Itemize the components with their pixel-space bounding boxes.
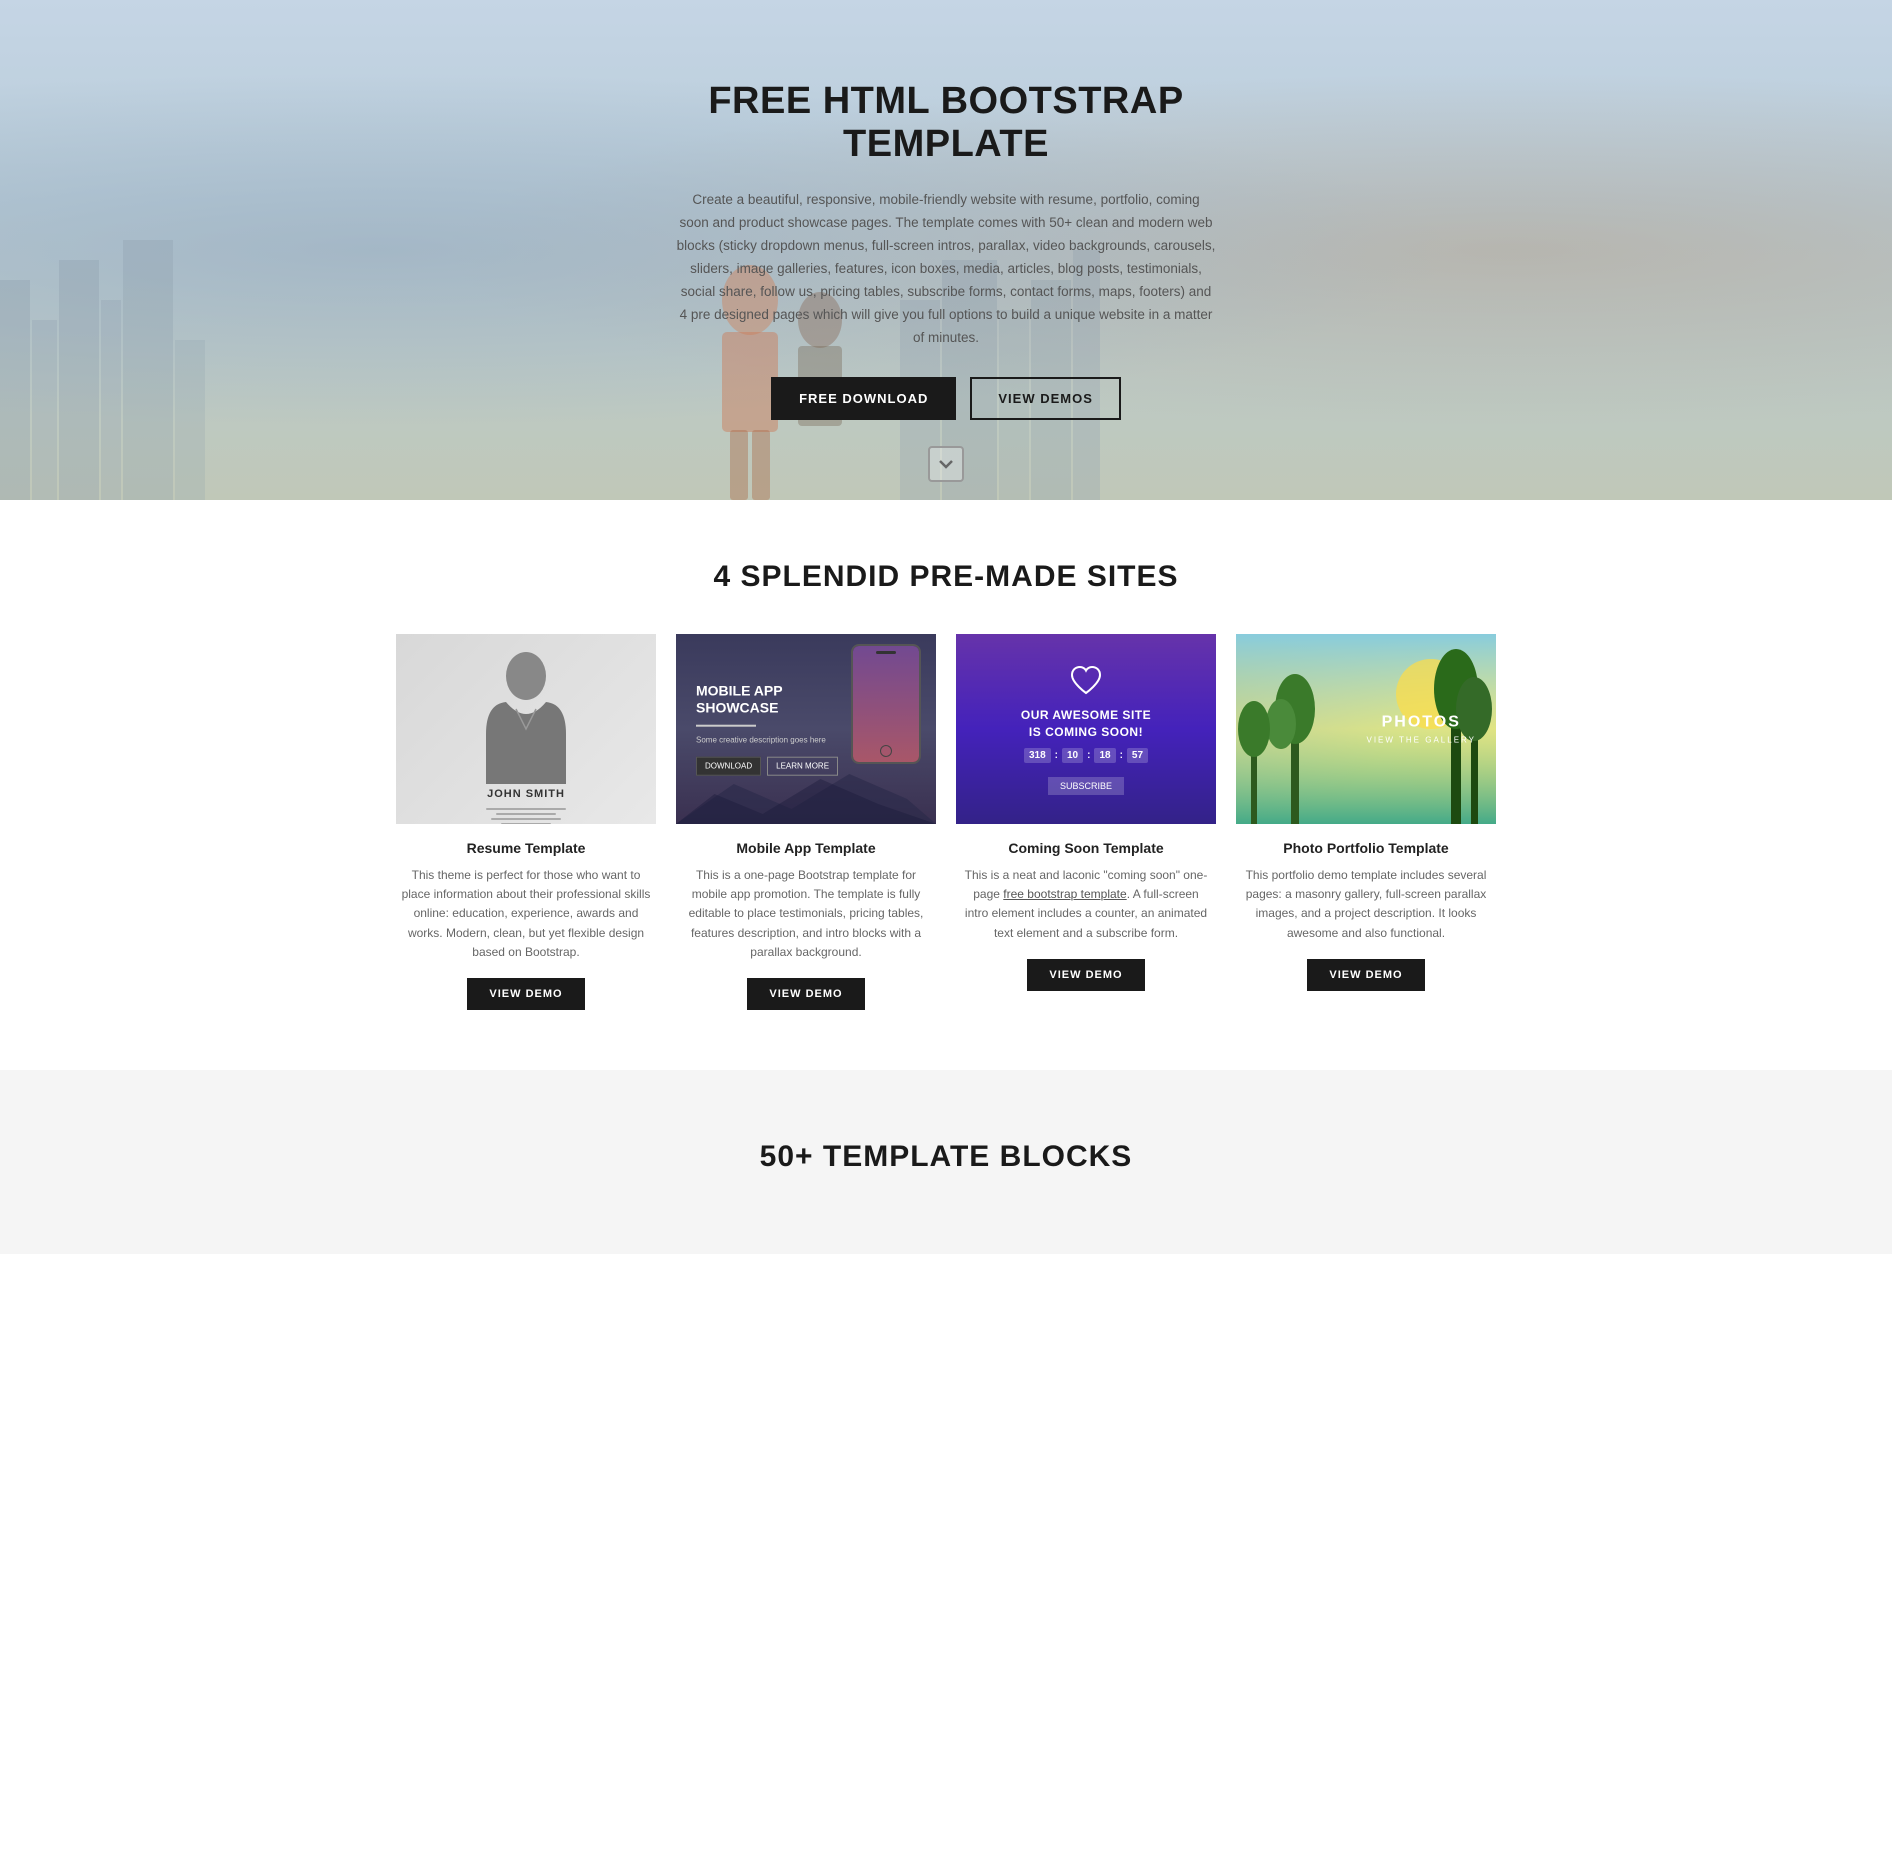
timer-hours: 10	[1062, 748, 1083, 763]
photo-card-name: Photo Portfolio Template	[1236, 840, 1496, 856]
photo-title: PHOTOS	[1366, 714, 1476, 732]
mobile-view-demo-button[interactable]: VIEW DEMO	[747, 978, 864, 1010]
coming-soon-main-text: OUR AWESOME SITE IS COMING SOON!	[1021, 707, 1151, 741]
premade-section: 4 SPLENDID PRE-MADE SITES JOHN SMITH	[0, 500, 1892, 1070]
photo-overlay: PHOTOS VIEW THE GALLERY	[1366, 714, 1476, 745]
mobile-card-name: Mobile App Template	[676, 840, 936, 856]
mobile-app-overlay: MOBILE APP SHOWCASE Some creative descri…	[696, 683, 838, 776]
cards-grid: JOHN SMITH Resume Template This theme is…	[396, 634, 1496, 1010]
mobile-phone-graphic	[851, 644, 921, 764]
view-demos-button[interactable]: VIEW DEMOS	[970, 377, 1121, 420]
coming-soon-card-desc: This is a neat and laconic "coming soon"…	[956, 866, 1216, 943]
hero-buttons: FREE DOWNLOAD VIEW DEMOS	[676, 377, 1216, 420]
coming-soon-timer: 318 : 10 : 18 : 57	[1024, 748, 1148, 763]
photo-portfolio-card: PHOTOS VIEW THE GALLERY Photo Portfolio …	[1236, 634, 1496, 1010]
timer-seconds: 57	[1127, 748, 1148, 763]
resume-view-demo-button[interactable]: VIEW DEMO	[467, 978, 584, 1010]
resume-card-name: Resume Template	[396, 840, 656, 856]
hero-section: FREE HTML BOOTSTRAP TEMPLATE Create a be…	[0, 0, 1892, 500]
premade-section-title: 4 SPLENDID PRE-MADE SITES	[30, 560, 1862, 594]
free-bootstrap-link[interactable]: free bootstrap template	[1003, 887, 1126, 901]
resume-card-desc: This theme is perfect for those who want…	[396, 866, 656, 962]
mountain-graphic	[676, 764, 936, 824]
timer-days: 318	[1024, 748, 1051, 763]
free-download-button[interactable]: FREE DOWNLOAD	[771, 377, 956, 420]
coming-soon-card: OUR AWESOME SITE IS COMING SOON! 318 : 1…	[956, 634, 1216, 1010]
blocks-section-title: 50+ TEMPLATE BLOCKS	[30, 1140, 1862, 1174]
resume-card: JOHN SMITH Resume Template This theme is…	[396, 634, 656, 1010]
mobile-card-desc: This is a one-page Bootstrap template fo…	[676, 866, 936, 962]
heart-icon	[1068, 663, 1104, 699]
hero-content: FREE HTML BOOTSTRAP TEMPLATE Create a be…	[656, 80, 1236, 421]
hero-description: Create a beautiful, responsive, mobile-f…	[676, 189, 1216, 350]
chevron-down-icon	[938, 456, 954, 472]
coming-soon-cta[interactable]: SUBSCRIBE	[1048, 777, 1124, 795]
resume-thumbnail: JOHN SMITH	[396, 634, 656, 824]
mobile-app-title-line1: MOBILE APP	[696, 683, 838, 700]
template-blocks-section: 50+ TEMPLATE BLOCKS	[0, 1070, 1892, 1254]
photo-thumbnail: PHOTOS VIEW THE GALLERY	[1236, 634, 1496, 824]
resume-preview: JOHN SMITH	[396, 634, 656, 824]
mobile-thumbnail: MOBILE APP SHOWCASE Some creative descri…	[676, 634, 936, 824]
photo-card-desc: This portfolio demo template includes se…	[1236, 866, 1496, 943]
mobile-app-subtitle: Some creative description goes here	[696, 734, 826, 746]
mobile-app-card: MOBILE APP SHOWCASE Some creative descri…	[676, 634, 936, 1010]
coming-soon-card-name: Coming Soon Template	[956, 840, 1216, 856]
scroll-down-button[interactable]	[928, 446, 964, 482]
photo-view-demo-button[interactable]: VIEW DEMO	[1307, 959, 1424, 991]
resume-person-graphic	[476, 644, 576, 784]
photo-subtitle: VIEW THE GALLERY	[1366, 736, 1476, 745]
hero-title: FREE HTML BOOTSTRAP TEMPLATE	[676, 80, 1216, 167]
mobile-app-title-line2: SHOWCASE	[696, 700, 838, 717]
coming-soon-thumbnail: OUR AWESOME SITE IS COMING SOON! 318 : 1…	[956, 634, 1216, 824]
timer-minutes: 18	[1094, 748, 1115, 763]
coming-soon-view-demo-button[interactable]: VIEW DEMO	[1027, 959, 1144, 991]
